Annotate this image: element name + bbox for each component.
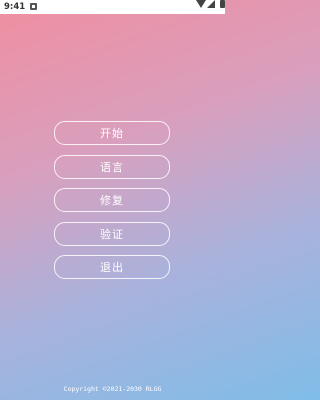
signal-icon (207, 0, 215, 8)
verify-button[interactable]: 验证 (54, 221, 170, 246)
wifi-icon (196, 0, 206, 8)
main-menu: 开始 语言 修复 验证 退出 (54, 121, 170, 289)
start-button[interactable]: 开始 (54, 121, 170, 145)
repair-button[interactable]: 修复 (54, 188, 170, 212)
language-button[interactable]: 语言 (54, 154, 170, 179)
status-bar: 9:41 (0, 0, 225, 14)
copyright-text: Copyright ©2021-2030 RLGG (63, 385, 162, 393)
status-time: 9:41 (4, 2, 26, 12)
battery-icon (220, 0, 225, 8)
exit-button[interactable]: 退出 (54, 255, 170, 279)
notification-icon (30, 3, 37, 10)
